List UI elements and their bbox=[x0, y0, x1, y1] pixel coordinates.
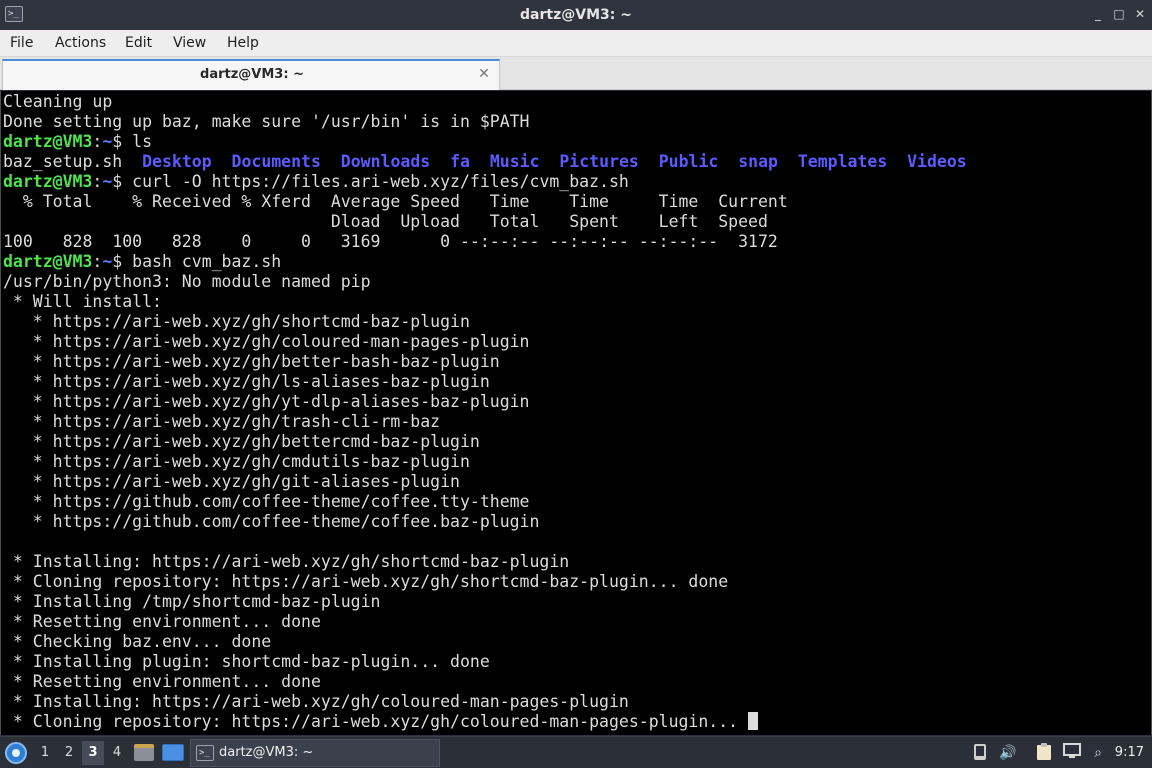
clock[interactable]: 9:17 bbox=[1115, 737, 1144, 768]
ls-dir: fa bbox=[450, 152, 470, 171]
menu-view[interactable]: View bbox=[173, 30, 206, 57]
taskbar-window-terminal[interactable]: >_ dartz@VM3: ~ bbox=[190, 739, 440, 767]
prompt-separator: : bbox=[92, 172, 103, 191]
speaker-icon[interactable]: 🔊 bbox=[998, 743, 1018, 763]
window-title: dartz@VM3: ~ bbox=[520, 7, 632, 23]
curl-progress: 100 828 100 828 0 0 3169 0 --:--:-- --:-… bbox=[3, 232, 778, 251]
file-manager-icon[interactable] bbox=[134, 744, 154, 761]
workspace-4[interactable]: 4 bbox=[106, 741, 128, 765]
install-log-line: * Cloning repository: https://ari-web.xy… bbox=[3, 712, 759, 732]
install-log-line: * Installing plugin: shortcmd-baz-plugin… bbox=[3, 652, 490, 671]
install-log-line: * Checking baz.env... done bbox=[3, 632, 272, 651]
terminal-line: Cleaning up bbox=[3, 92, 113, 111]
prompt-path: ~ bbox=[102, 172, 113, 191]
plugin-line: * https://ari-web.xyz/gh/shortcmd-baz-pl… bbox=[3, 312, 470, 331]
menu-file[interactable]: File bbox=[10, 30, 33, 57]
prompt-user: dartz@VM3 bbox=[3, 132, 93, 151]
prompt-separator: : bbox=[92, 252, 103, 271]
prompt-user: dartz@VM3 bbox=[3, 172, 93, 191]
menu-edit[interactable]: Edit bbox=[125, 30, 152, 57]
install-log-line: * Installing: https://ari-web.xyz/gh/sho… bbox=[3, 552, 570, 571]
prompt-line: dartz@VM3:~$ curl -O https://files.ari-w… bbox=[3, 172, 629, 192]
plugin-line: * https://github.com/coffee-theme/coffee… bbox=[3, 512, 540, 531]
network-icon[interactable] bbox=[1062, 743, 1082, 763]
plugin-line: * https://ari-web.xyz/gh/coloured-man-pa… bbox=[3, 332, 530, 351]
ls-dir: Downloads bbox=[340, 152, 431, 171]
curl-header: Dload Upload Total Spent Left Speed bbox=[3, 212, 768, 231]
ls-dir: Desktop bbox=[142, 152, 212, 171]
install-log-line: * Resetting environment... done bbox=[3, 672, 321, 691]
tab-label: dartz@VM3: ~ bbox=[200, 67, 304, 82]
install-log-line: * Installing: https://ari-web.xyz/gh/col… bbox=[3, 692, 629, 711]
plugin-line: * https://ari-web.xyz/gh/better-bash-baz… bbox=[3, 352, 500, 371]
minimize-button[interactable]: _ bbox=[1090, 6, 1106, 22]
xubuntu-start-icon[interactable] bbox=[5, 742, 27, 764]
menu-help[interactable]: Help bbox=[227, 30, 259, 57]
plugin-line: * https://ari-web.xyz/gh/bettercmd-baz-p… bbox=[3, 432, 480, 451]
command-text: bash cvm_baz.sh bbox=[132, 252, 282, 271]
show-desktop-icon[interactable] bbox=[162, 744, 184, 761]
ls-dir: Public bbox=[658, 152, 719, 171]
plugin-line: * https://github.com/coffee-theme/coffee… bbox=[3, 492, 530, 511]
ls-dir: Videos bbox=[907, 152, 967, 171]
ls-file: baz_setup.sh bbox=[3, 152, 123, 171]
prompt-symbol: $ bbox=[112, 132, 133, 151]
close-button[interactable]: ✕ bbox=[1132, 6, 1148, 22]
task-label: dartz@VM3: ~ bbox=[219, 745, 314, 760]
plugin-line: * https://ari-web.xyz/gh/ls-aliases-baz-… bbox=[3, 372, 490, 391]
prompt-symbol: $ bbox=[112, 252, 133, 271]
clipboard-icon[interactable] bbox=[1034, 743, 1054, 763]
terminal-output[interactable]: Cleaning up Done setting up baz, make su… bbox=[0, 91, 1152, 735]
prompt-path: ~ bbox=[102, 132, 113, 151]
terminal-icon: >_ bbox=[196, 745, 214, 761]
terminal-line: /usr/bin/python3: No module named pip bbox=[3, 272, 371, 291]
plugin-line: * https://ari-web.xyz/gh/git-aliases-plu… bbox=[3, 472, 460, 491]
taskbar: 1 2 3 4 >_ dartz@VM3: ~ 🔊 ⌕ 9:17 bbox=[0, 736, 1152, 768]
install-log-line: * Installing /tmp/shortcmd-baz-plugin bbox=[3, 592, 381, 611]
plugin-line: * https://ari-web.xyz/gh/trash-cli-rm-ba… bbox=[3, 412, 441, 431]
search-icon[interactable]: ⌕ bbox=[1088, 743, 1108, 763]
ls-dir: Pictures bbox=[559, 152, 639, 171]
menu-bar: File Actions Edit View Help bbox=[0, 30, 1152, 57]
prompt-line: dartz@VM3:~$ ls bbox=[3, 132, 152, 152]
menu-actions[interactable]: Actions bbox=[55, 30, 106, 57]
prompt-symbol: $ bbox=[112, 172, 133, 191]
workspace-2[interactable]: 2 bbox=[58, 741, 80, 765]
terminal-line: Done setting up baz, make sure '/usr/bin… bbox=[3, 112, 530, 131]
ls-output: baz_setup.sh Desktop Documents Downloads… bbox=[3, 152, 967, 172]
maximize-button[interactable]: □ bbox=[1111, 6, 1127, 22]
terminal-cursor bbox=[748, 712, 759, 730]
command-text: ls bbox=[132, 132, 153, 151]
prompt-separator: : bbox=[92, 132, 103, 151]
plugin-line: * https://ari-web.xyz/gh/cmdutils-baz-pl… bbox=[3, 452, 470, 471]
command-text: curl -O https://files.ari-web.xyz/files/… bbox=[132, 172, 629, 191]
tab-bar: dartz@VM3: ~ ✕ bbox=[0, 57, 1152, 90]
update-phone-icon[interactable] bbox=[970, 743, 990, 763]
ls-dir: Music bbox=[489, 152, 540, 171]
terminal-line: * Will install: bbox=[3, 292, 162, 311]
install-log-line: * Cloning repository: https://ari-web.xy… bbox=[3, 572, 729, 591]
tab-terminal[interactable]: dartz@VM3: ~ ✕ bbox=[2, 59, 500, 90]
window-titlebar[interactable]: >_ dartz@VM3: ~ _ □ ✕ bbox=[0, 0, 1152, 30]
ls-dir: snap bbox=[738, 152, 778, 171]
install-log-line: * Resetting environment... done bbox=[3, 612, 321, 631]
ls-dir: Documents bbox=[231, 152, 321, 171]
curl-header: % Total % Received % Xferd Average Speed… bbox=[3, 192, 788, 211]
workspace-3[interactable]: 3 bbox=[82, 741, 104, 765]
workspace-1[interactable]: 1 bbox=[34, 741, 56, 765]
prompt-path: ~ bbox=[102, 252, 113, 271]
ls-dir: Templates bbox=[797, 152, 888, 171]
prompt-line: dartz@VM3:~$ bash cvm_baz.sh bbox=[3, 252, 281, 272]
install-log-text: * Cloning repository: https://ari-web.xy… bbox=[3, 712, 749, 731]
prompt-user: dartz@VM3 bbox=[3, 252, 93, 271]
plugin-line: * https://ari-web.xyz/gh/yt-dlp-aliases-… bbox=[3, 392, 530, 411]
tab-close-icon[interactable]: ✕ bbox=[477, 67, 491, 81]
